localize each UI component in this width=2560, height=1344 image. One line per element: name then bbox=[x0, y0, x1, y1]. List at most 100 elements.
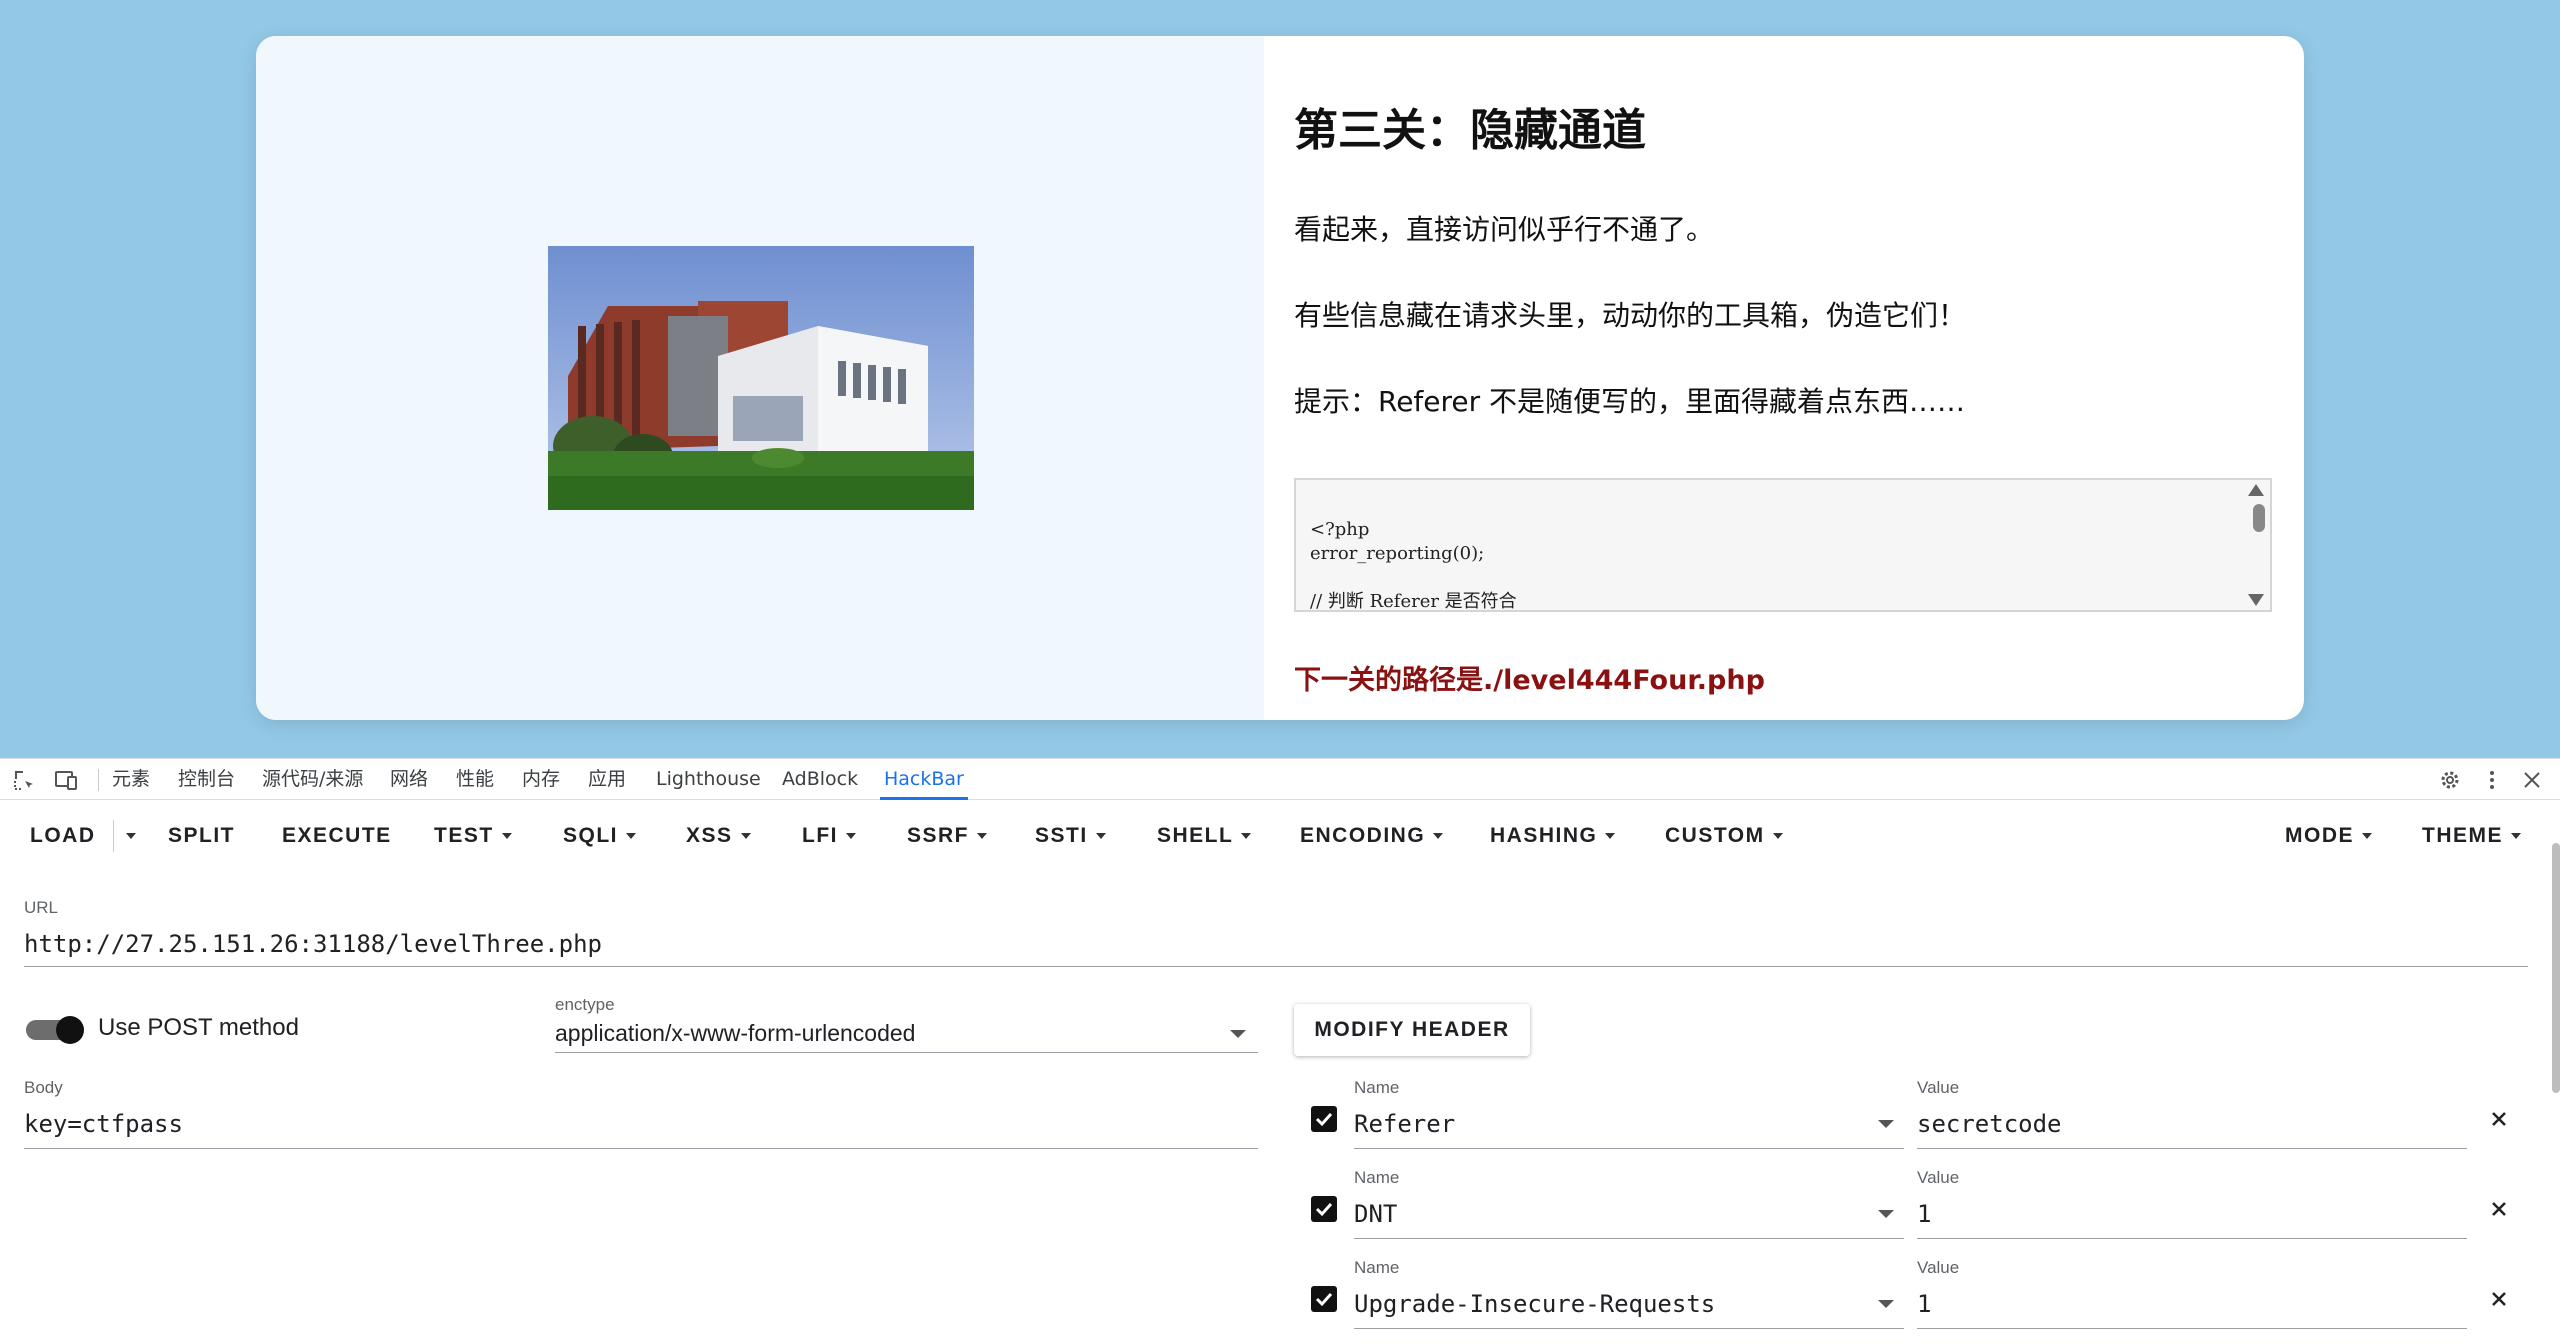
chevron-down-icon bbox=[740, 833, 751, 840]
mode-menu-label: MODE bbox=[2285, 824, 2354, 847]
encoding-menu[interactable]: ENCODING bbox=[1300, 800, 1444, 872]
body-label: Body bbox=[24, 1078, 63, 1097]
theme-menu-label: THEME bbox=[2422, 824, 2503, 847]
header-name-underline bbox=[1354, 1238, 1904, 1239]
ssrf-menu[interactable]: SSRF bbox=[907, 800, 988, 872]
hashing-menu[interactable]: HASHING bbox=[1490, 800, 1616, 872]
lfi-menu-label: LFI bbox=[802, 824, 838, 847]
chevron-down-icon bbox=[501, 833, 512, 840]
header-name-dropdown-arrow-icon[interactable] bbox=[1878, 1120, 1894, 1128]
scroll-down-arrow-icon[interactable] bbox=[2248, 594, 2264, 606]
header-name-input[interactable]: DNT bbox=[1354, 1200, 1397, 1228]
device-toolbar-icon[interactable] bbox=[54, 768, 78, 792]
tab-memory[interactable]: 内存 bbox=[518, 759, 564, 800]
level-card: 第三关：隐藏通道 看起来，直接访问似乎行不通了。 有些信息藏在请求头里，动动你的… bbox=[256, 36, 2304, 720]
custom-menu[interactable]: CUSTOM bbox=[1665, 800, 1783, 872]
url-input[interactable]: http://27.25.151.26:31188/levelThree.php bbox=[24, 930, 602, 958]
header-name-dropdown-arrow-icon[interactable] bbox=[1878, 1210, 1894, 1218]
tab-performance[interactable]: 性能 bbox=[452, 759, 498, 800]
header-name-underline bbox=[1354, 1148, 1904, 1149]
header-name-input[interactable]: Referer bbox=[1354, 1110, 1455, 1138]
body-input[interactable]: key=ctfpass bbox=[24, 1110, 183, 1138]
remove-header-close-icon[interactable] bbox=[2486, 1286, 2512, 1312]
close-devtools-icon[interactable] bbox=[2520, 768, 2544, 792]
header-value-underline bbox=[1917, 1328, 2467, 1329]
code-scrollbar[interactable] bbox=[2248, 480, 2270, 610]
inspect-element-icon[interactable] bbox=[12, 768, 36, 792]
header-value-input[interactable]: 1 bbox=[1917, 1200, 1931, 1228]
hint-text: 有些信息藏在请求头里，动动你的工具箱，伪造它们！ bbox=[1294, 299, 1967, 332]
test-menu[interactable]: TEST bbox=[434, 800, 512, 872]
header-name-input[interactable]: Upgrade-Insecure-Requests bbox=[1354, 1290, 1715, 1318]
execute-button[interactable]: EXECUTE bbox=[282, 800, 392, 872]
ssti-menu[interactable]: SSTI bbox=[1035, 800, 1106, 872]
modify-header-button[interactable]: MODIFY HEADER bbox=[1294, 1004, 1530, 1056]
hackbar-menu: LOAD SPLIT EXECUTE TEST SQLI XSS LFI SSR… bbox=[0, 800, 2560, 872]
referer-hint-text: 提示：Referer 不是随便写的，里面得藏着点东西…… bbox=[1294, 385, 1966, 418]
chevron-down-icon bbox=[977, 833, 988, 840]
header-value-underline bbox=[1917, 1148, 2467, 1149]
image-panel bbox=[256, 36, 1264, 720]
header-name-label: Name bbox=[1354, 1258, 1400, 1277]
load-button[interactable]: LOAD bbox=[30, 800, 96, 872]
tab-network[interactable]: 网络 bbox=[386, 759, 432, 800]
load-divider bbox=[113, 820, 114, 852]
split-button[interactable]: SPLIT bbox=[168, 800, 235, 872]
lfi-menu[interactable]: LFI bbox=[802, 800, 856, 872]
source-code-box[interactable]: <?php error_reporting(0); // 判断 Referer … bbox=[1294, 478, 2272, 612]
settings-gear-icon[interactable] bbox=[2438, 768, 2462, 792]
header-checkbox-dnt[interactable] bbox=[1311, 1196, 1337, 1222]
tab-application[interactable]: 应用 bbox=[584, 759, 630, 800]
header-value-input[interactable]: secretcode bbox=[1917, 1110, 2062, 1138]
header-name-dropdown-arrow-icon[interactable] bbox=[1878, 1300, 1894, 1308]
remove-header-close-icon[interactable] bbox=[2486, 1196, 2512, 1222]
body-underline bbox=[24, 1148, 1258, 1149]
header-value-underline bbox=[1917, 1238, 2467, 1239]
sqli-menu[interactable]: SQLI bbox=[563, 800, 637, 872]
tab-sources[interactable]: 源代码/来源 bbox=[258, 759, 367, 800]
intro-text: 看起来，直接访问似乎行不通了。 bbox=[1294, 213, 1715, 246]
header-value-input[interactable]: 1 bbox=[1917, 1290, 1931, 1318]
scroll-up-arrow-icon[interactable] bbox=[2248, 484, 2264, 496]
more-options-icon[interactable] bbox=[2480, 768, 2504, 792]
load-dropdown-button[interactable] bbox=[118, 800, 136, 872]
shell-menu-label: SHELL bbox=[1157, 824, 1234, 847]
header-name-label: Name bbox=[1354, 1078, 1400, 1097]
checkmark-icon bbox=[1315, 1202, 1333, 1217]
header-checkbox-upgrade-insecure[interactable] bbox=[1311, 1286, 1337, 1312]
chevron-down-icon bbox=[1433, 833, 1444, 840]
source-code: <?php error_reporting(0); // 判断 Referer … bbox=[1310, 519, 1517, 612]
post-method-label[interactable]: Use POST method bbox=[98, 1014, 299, 1042]
devtools-scrollbar[interactable] bbox=[2552, 843, 2560, 1093]
theme-menu[interactable]: THEME bbox=[2422, 800, 2521, 872]
chevron-down-icon bbox=[2511, 833, 2521, 840]
mode-menu[interactable]: MODE bbox=[2285, 800, 2372, 872]
tab-adblock[interactable]: AdBlock bbox=[778, 759, 862, 800]
chevron-down-icon bbox=[1095, 833, 1106, 840]
post-method-toggle[interactable] bbox=[26, 1016, 84, 1044]
xss-menu-label: XSS bbox=[686, 824, 733, 847]
test-menu-label: TEST bbox=[434, 824, 494, 847]
header-value-label: Value bbox=[1917, 1258, 1960, 1277]
next-level-path: 下一关的路径是./level444Four.php bbox=[1294, 665, 1765, 696]
chevron-down-icon bbox=[1241, 833, 1252, 840]
chevron-down-icon bbox=[2362, 833, 2372, 840]
tab-lighthouse[interactable]: Lighthouse bbox=[652, 759, 765, 800]
sqli-menu-label: SQLI bbox=[563, 824, 619, 847]
tab-console[interactable]: 控制台 bbox=[174, 759, 239, 800]
shell-menu[interactable]: SHELL bbox=[1157, 800, 1252, 872]
enctype-select[interactable]: application/x-www-form-urlencoded bbox=[555, 1020, 915, 1047]
tab-hackbar[interactable]: HackBar bbox=[880, 759, 968, 800]
xss-menu[interactable]: XSS bbox=[686, 800, 751, 872]
enctype-dropdown-arrow-icon[interactable] bbox=[1230, 1030, 1246, 1038]
enctype-underline bbox=[555, 1052, 1258, 1053]
page-title: 第三关：隐藏通道 bbox=[1294, 105, 1646, 156]
toggle-knob bbox=[56, 1016, 84, 1044]
scroll-thumb[interactable] bbox=[2253, 504, 2265, 532]
campus-building-image bbox=[548, 246, 974, 510]
remove-header-close-icon[interactable] bbox=[2486, 1106, 2512, 1132]
ssrf-menu-label: SSRF bbox=[907, 824, 970, 847]
tab-elements[interactable]: 元素 bbox=[108, 759, 154, 800]
header-checkbox-referer[interactable] bbox=[1311, 1106, 1337, 1132]
header-name-underline bbox=[1354, 1328, 1904, 1329]
